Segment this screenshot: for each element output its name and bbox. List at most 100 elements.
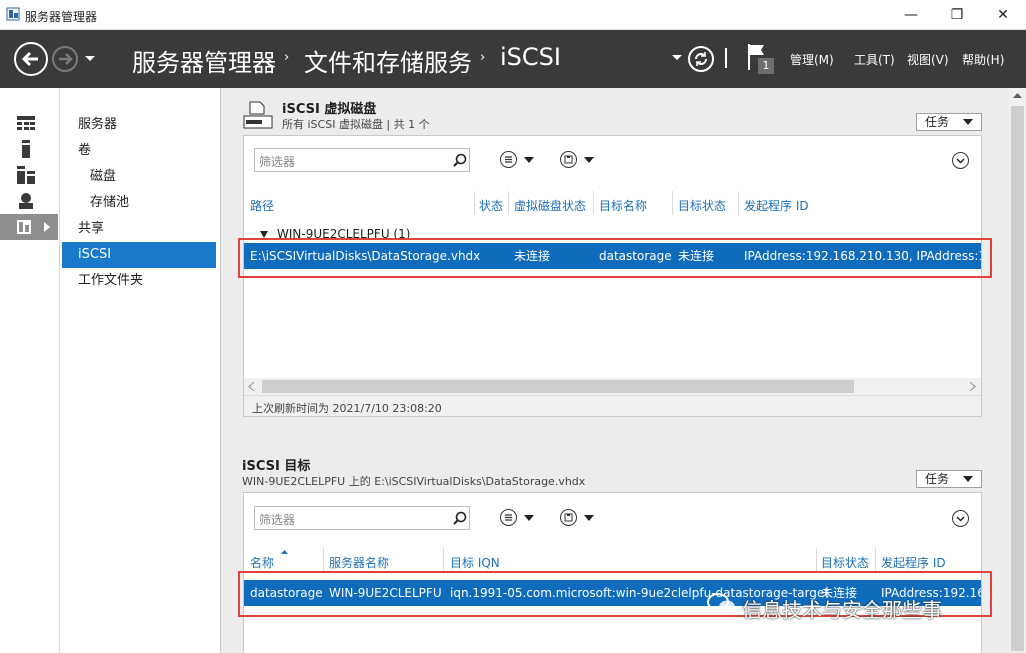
targets-col-status[interactable]: 目标状态 bbox=[821, 554, 869, 571]
refresh-button[interactable] bbox=[688, 46, 714, 72]
search-icon[interactable] bbox=[453, 511, 467, 525]
breadcrumb-separator: › bbox=[284, 50, 290, 65]
column-divider bbox=[443, 548, 444, 572]
targets-expand-button[interactable] bbox=[952, 510, 969, 527]
vdisk-expand-button[interactable] bbox=[952, 152, 969, 169]
breadcrumb-current: iSCSI bbox=[500, 43, 561, 71]
vdisk-col-path[interactable]: 路径 bbox=[250, 197, 274, 214]
chevron-down-circle-icon bbox=[956, 158, 965, 164]
targets-col-initiator[interactable]: 发起程序 ID bbox=[881, 554, 946, 571]
maximize-button[interactable]: ❐ bbox=[934, 0, 980, 30]
forward-arrow-icon bbox=[59, 53, 73, 65]
vdisk-list-options-button[interactable] bbox=[500, 151, 540, 169]
nav-item-iscsi[interactable]: iSCSI bbox=[62, 242, 216, 268]
notifications-button[interactable]: 1 bbox=[746, 42, 778, 78]
save-query-icon bbox=[560, 151, 577, 168]
wechat-logo-icon bbox=[707, 593, 735, 614]
filter-placeholder: 筛选器 bbox=[259, 155, 296, 169]
targets-tasks-button[interactable]: 任务 bbox=[916, 470, 982, 488]
title-bar: 服务器管理器 — ❐ ✕ bbox=[0, 0, 1026, 30]
vdisk-hscrollbar[interactable] bbox=[244, 378, 981, 395]
file-storage-icon bbox=[17, 220, 31, 234]
nav-icon-dashboard[interactable] bbox=[0, 110, 58, 136]
chevron-down-circle-icon bbox=[956, 516, 965, 522]
targets-section-subtitle: WIN-9UE2CLELPFU 上的 E:\iSCSIVirtualDisks\… bbox=[242, 475, 586, 488]
all-servers-icon bbox=[17, 166, 35, 184]
dashboard-icon bbox=[17, 116, 35, 130]
vdisk-section-title: iSCSI 虚拟磁盘 bbox=[282, 102, 377, 117]
scroll-up-icon[interactable] bbox=[1013, 92, 1022, 98]
nav-item-servers[interactable]: 服务器 bbox=[62, 112, 216, 138]
targets-col-iqn[interactable]: 目标 IQN bbox=[450, 554, 500, 571]
vdisk-refresh-time: 上次刷新时间为 2021/7/10 23:08:20 bbox=[252, 402, 442, 415]
nav-icon-file-storage[interactable] bbox=[0, 214, 58, 240]
minimize-button[interactable]: — bbox=[888, 0, 934, 30]
list-options-icon bbox=[500, 509, 517, 526]
tasks-label: 任务 bbox=[925, 115, 950, 129]
local-server-icon bbox=[22, 140, 30, 158]
nav-item-volumes[interactable]: 卷 bbox=[62, 138, 216, 164]
nav-icon-local-server[interactable] bbox=[0, 136, 58, 162]
targets-section-title: iSCSI 目标 bbox=[242, 459, 311, 474]
breadcrumb-root[interactable]: 服务器管理器 bbox=[132, 43, 276, 78]
menu-view[interactable]: 视图(V) bbox=[907, 51, 949, 68]
vdisk-hscroll-thumb[interactable] bbox=[262, 380, 854, 393]
vdisk-save-query-button[interactable] bbox=[560, 151, 600, 169]
column-divider bbox=[323, 548, 324, 572]
dropdown-icon[interactable] bbox=[672, 54, 682, 62]
column-divider bbox=[593, 191, 594, 215]
header-divider bbox=[725, 48, 727, 68]
targets-col-name[interactable]: 名称 bbox=[250, 554, 274, 571]
virtual-disk-icon bbox=[243, 101, 273, 129]
vdisk-col-initiator[interactable]: 发起程序 ID bbox=[744, 197, 809, 214]
vdisk-col-vdisk-status[interactable]: 虚拟磁盘状态 bbox=[514, 197, 586, 214]
nav-icon-bar bbox=[0, 88, 60, 653]
nav-item-storage-pools[interactable]: 存储池 bbox=[62, 190, 216, 216]
window-title: 服务器管理器 bbox=[25, 10, 98, 24]
vdisk-col-status[interactable]: 状态 bbox=[479, 197, 503, 214]
vdisk-filter-input[interactable]: 筛选器 bbox=[254, 148, 470, 172]
vdisk-col-target-status[interactable]: 目标状态 bbox=[678, 197, 726, 214]
history-dropdown-icon[interactable] bbox=[84, 54, 96, 64]
breadcrumb-file-storage[interactable]: 文件和存储服务 bbox=[304, 43, 472, 78]
menu-manage[interactable]: 管理(M) bbox=[790, 51, 834, 68]
back-button[interactable] bbox=[14, 42, 48, 76]
nav-icon-ad[interactable] bbox=[0, 188, 58, 214]
forward-button[interactable] bbox=[52, 46, 78, 72]
targets-list-options-button[interactable] bbox=[500, 509, 540, 527]
nav-item-disks[interactable]: 磁盘 bbox=[62, 164, 216, 190]
sort-ascending-icon bbox=[281, 550, 288, 554]
column-divider bbox=[738, 191, 739, 215]
vdisk-status-bar: 上次刷新时间为 2021/7/10 23:08:20 bbox=[244, 395, 981, 416]
menu-help[interactable]: 帮助(H) bbox=[962, 51, 1004, 68]
tasks-label: 任务 bbox=[925, 472, 950, 486]
column-divider bbox=[508, 191, 509, 215]
group-collapse-icon[interactable] bbox=[260, 231, 268, 238]
vdisk-tasks-button[interactable]: 任务 bbox=[916, 113, 982, 131]
refresh-icon bbox=[695, 52, 707, 66]
main-scroll-thumb[interactable] bbox=[1011, 106, 1024, 651]
nav-item-shares[interactable]: 共享 bbox=[62, 216, 216, 242]
targets-col-server[interactable]: 服务器名称 bbox=[329, 554, 389, 571]
chevron-down-icon bbox=[584, 157, 594, 163]
column-divider bbox=[672, 191, 673, 215]
filter-placeholder: 筛选器 bbox=[259, 513, 296, 527]
vdisk-col-target[interactable]: 目标名称 bbox=[599, 197, 647, 214]
chevron-down-icon bbox=[963, 119, 973, 125]
chevron-down-icon bbox=[584, 515, 594, 521]
nav-list: 服务器 卷 磁盘 存储池 共享 iSCSI 工作文件夹 bbox=[60, 88, 220, 653]
targets-save-query-button[interactable] bbox=[560, 509, 600, 527]
scroll-right-icon[interactable] bbox=[970, 382, 976, 391]
watermark-text: 信息技术与安全那些事 bbox=[742, 598, 942, 622]
targets-filter-input[interactable]: 筛选器 bbox=[254, 506, 470, 530]
nav-item-work-folders[interactable]: 工作文件夹 bbox=[62, 268, 216, 294]
search-icon[interactable] bbox=[453, 153, 467, 167]
nav-icon-all-servers[interactable] bbox=[0, 162, 58, 188]
chevron-down-icon bbox=[524, 157, 534, 163]
scroll-left-icon[interactable] bbox=[248, 382, 254, 391]
close-button[interactable]: ✕ bbox=[980, 0, 1026, 30]
menu-tools[interactable]: 工具(T) bbox=[854, 51, 895, 68]
server-manager-icon bbox=[6, 7, 20, 21]
column-divider bbox=[474, 191, 475, 215]
breadcrumb-separator: › bbox=[480, 50, 486, 65]
